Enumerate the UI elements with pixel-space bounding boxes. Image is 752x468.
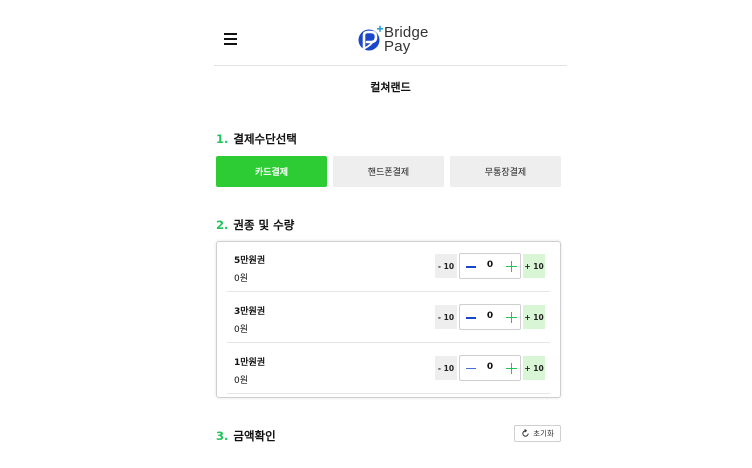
quantity-value[interactable]: 0 (482, 362, 498, 372)
card-payment-button[interactable]: 카드결제 (216, 156, 327, 187)
section-amount-title: 3. 금액확인 (216, 428, 276, 444)
quantity-stepper: 0 (459, 253, 521, 279)
quantity-stepper: 0 (459, 355, 521, 381)
hamburger-line (224, 38, 237, 40)
section-ticket-title: 2. 권종 및 수량 (216, 217, 294, 233)
minus-icon[interactable] (466, 317, 476, 319)
quantity-stepper: 0 (459, 304, 521, 330)
section-number: 3. (216, 429, 229, 443)
minus-icon[interactable] (466, 368, 476, 369)
logo-text-pay: Pay (384, 38, 411, 55)
minus-10-button[interactable]: - 10 (435, 305, 457, 329)
ticket-row-50000: 5만원권 0원 - 10 0 + 10 (227, 242, 550, 292)
bridgepay-logo[interactable]: Bridge Pay (358, 25, 438, 55)
plus-icon[interactable] (506, 363, 517, 374)
quantity-value[interactable]: 0 (482, 311, 498, 321)
ticket-list: 5만원권 0원 - 10 0 + 10 3만원권 0원 - 10 0 + 10 … (216, 241, 561, 398)
minus-10-button[interactable]: - 10 (435, 356, 457, 380)
minus-icon[interactable] (466, 266, 476, 268)
minus-10-button[interactable]: - 10 (435, 254, 457, 278)
reset-button-label: 초기화 (533, 429, 554, 438)
plus-10-button[interactable]: + 10 (523, 356, 545, 380)
ticket-row-10000: 1만원권 0원 - 10 0 + 10 (227, 344, 550, 394)
reset-button[interactable]: 초기화 (514, 425, 561, 442)
ticket-name: 5만원권 (234, 256, 266, 266)
hamburger-line (224, 43, 237, 45)
ticket-name: 3만원권 (234, 307, 266, 317)
ticket-name: 1만원권 (234, 358, 266, 368)
ticket-amount: 0원 (234, 376, 249, 386)
ticket-amount: 0원 (234, 274, 249, 284)
section-payment-method-title: 1. 결제수단선택 (216, 131, 297, 147)
store-name: 컬쳐랜드 (370, 81, 411, 94)
hamburger-menu-icon[interactable] (224, 33, 237, 45)
ticket-amount: 0원 (234, 325, 249, 335)
section-number: 1. (216, 132, 229, 146)
plus-icon[interactable] (506, 261, 517, 272)
phone-payment-button[interactable]: 핸드폰결제 (333, 156, 444, 187)
bank-transfer-button[interactable]: 무통장결제 (450, 156, 561, 187)
bridgepay-logo-icon (358, 25, 383, 51)
section-title-text: 권종 및 수량 (233, 218, 295, 232)
section-number: 2. (216, 218, 229, 232)
section-title-text: 결제수단선택 (233, 132, 297, 146)
quantity-value[interactable]: 0 (482, 260, 498, 270)
plus-10-button[interactable]: + 10 (523, 254, 545, 278)
plus-icon[interactable] (506, 312, 517, 323)
plus-10-button[interactable]: + 10 (523, 305, 545, 329)
refresh-icon (522, 429, 529, 437)
ticket-row-30000: 3만원권 0원 - 10 0 + 10 (227, 293, 550, 343)
section-title-text: 금액확인 (233, 429, 276, 443)
header: Bridge Pay (214, 0, 567, 66)
hamburger-line (224, 33, 237, 35)
